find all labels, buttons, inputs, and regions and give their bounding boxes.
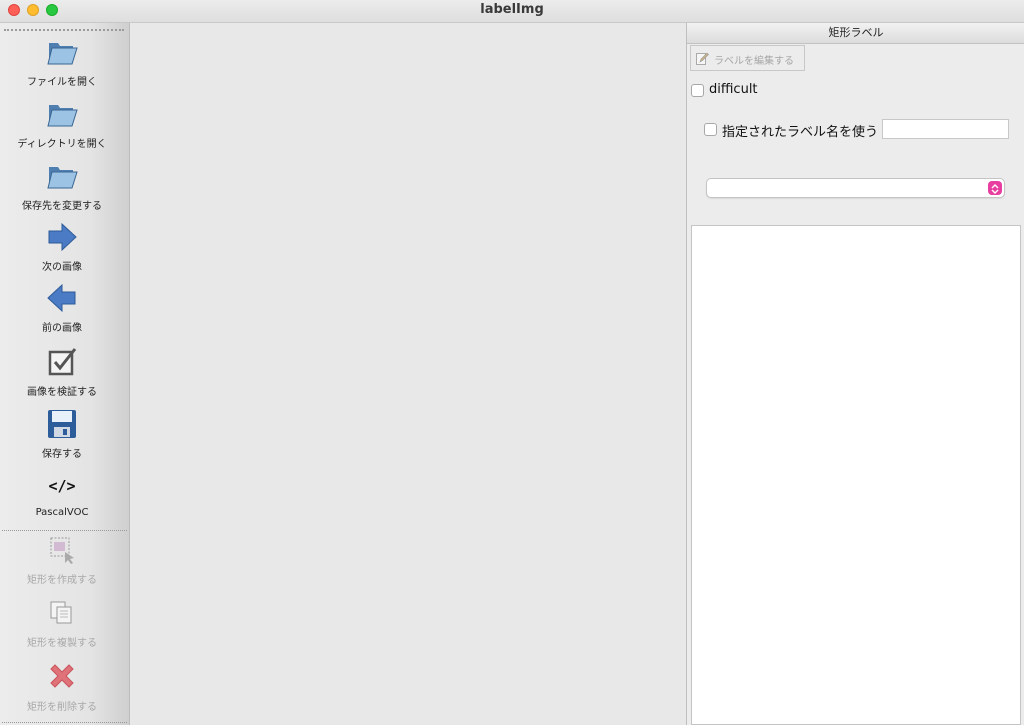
default-label-input[interactable] [882,119,1009,139]
folder-open-icon [47,105,78,127]
folder-open-icon [47,167,78,189]
code-format-icon: </> [48,477,76,495]
next-image-button[interactable]: 次の画像 [0,220,124,273]
prev-image-button[interactable]: 前の画像 [0,281,124,334]
label-list[interactable] [691,225,1021,725]
updown-chevron-icon [988,181,1002,195]
delete-rect-button[interactable]: 矩形を削除する [0,660,124,713]
arrow-left-icon [47,283,76,313]
create-rect-button[interactable]: 矩形を作成する [0,533,124,586]
box-labels-dock: 矩形ラベル ラベルを編集する difficult 指定されたラベル名を使う [686,23,1024,725]
dock-title[interactable]: 矩形ラベル [687,23,1024,44]
arrow-right-icon [48,222,77,252]
open-file-button[interactable]: ファイルを開く [0,35,124,88]
duplicate-rect-icon [50,601,72,624]
change-save-dir-button[interactable]: 保存先を変更する [0,159,124,212]
title-bar: labelImg [0,0,1024,23]
image-canvas[interactable] [130,23,686,725]
save-button[interactable]: 保存する [0,407,124,460]
use-default-label-text: 指定されたラベル名を使う [722,125,879,140]
edit-pencil-icon [696,52,709,65]
edit-label-button[interactable]: ラベルを編集する [690,45,805,71]
toolbar-grip[interactable] [4,29,124,31]
label-combo-box[interactable] [706,178,1005,198]
checkbox-verify-icon [48,348,77,376]
create-rect-icon [50,537,74,564]
save-floppy-icon [48,410,76,438]
folder-open-icon [47,43,78,65]
use-default-label-checkbox[interactable] [704,123,717,136]
window-title: labelImg [480,2,544,17]
delete-x-icon [50,664,74,688]
verify-image-button[interactable]: 画像を検証する [0,345,124,398]
toolbar-separator [2,530,127,531]
toolbar-separator [2,722,127,723]
duplicate-rect-button[interactable]: 矩形を複製する [0,596,124,649]
difficult-label: difficult [709,82,758,97]
open-directory-button[interactable]: ディレクトリを開く [0,97,124,150]
tool-bar: ファイルを開く ディレクトリを開く 保存先を変更する 次の画像 前の画像 画像を… [0,23,130,725]
edit-label-text: ラベルを編集する [714,56,794,67]
difficult-checkbox[interactable] [691,84,704,97]
format-pascalvoc-button[interactable]: </> PascalVOC [0,469,124,518]
